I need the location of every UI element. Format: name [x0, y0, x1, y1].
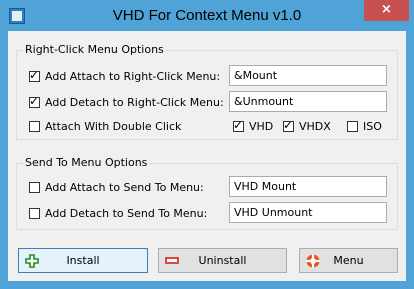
- vhdx-checkbox-box[interactable]: [283, 118, 294, 132]
- vhdx-checkbox[interactable]: VHDX: [283, 118, 331, 133]
- vhd-checkbox-box[interactable]: [233, 118, 244, 132]
- close-icon: ×: [381, 2, 392, 17]
- menu-label: Menu: [333, 254, 364, 267]
- menu-button[interactable]: Menu: [299, 248, 398, 273]
- double-click-label: Attach With Double Click: [45, 120, 182, 133]
- install-label: Install: [66, 254, 100, 267]
- rc-attach-checkbox-box[interactable]: [29, 68, 40, 82]
- uninstall-button[interactable]: Uninstall: [158, 248, 287, 273]
- app-window: VHD For Context Menu v1.0 × Right-Click …: [0, 0, 414, 289]
- rc-attach-input[interactable]: &Mount: [229, 65, 387, 86]
- rc-detach-input[interactable]: &Unmount: [229, 91, 387, 112]
- right-click-group-label: Right-Click Menu Options: [23, 43, 166, 56]
- vhd-checkbox[interactable]: VHD: [233, 118, 274, 133]
- st-detach-checkbox-box[interactable]: [29, 208, 40, 219]
- iso-checkbox[interactable]: ISO: [347, 120, 382, 133]
- st-detach-checkbox[interactable]: Add Detach to Send To Menu:: [29, 207, 207, 220]
- double-click-checkbox[interactable]: Attach With Double Click: [29, 120, 181, 133]
- double-click-checkbox-box[interactable]: [29, 121, 40, 132]
- st-attach-checkbox-box[interactable]: [29, 182, 40, 193]
- rc-attach-checkbox[interactable]: Add Attach to Right-Click Menu:: [29, 68, 221, 83]
- send-to-group-label: Send To Menu Options: [23, 156, 150, 169]
- uninstall-label: Uninstall: [198, 254, 247, 267]
- vhdx-label: VHDX: [299, 120, 331, 133]
- title-bar[interactable]: VHD For Context Menu v1.0 ×: [0, 0, 414, 30]
- rc-detach-checkbox[interactable]: Add Detach to Right-Click Menu:: [29, 94, 224, 109]
- st-detach-label: Add Detach to Send To Menu:: [45, 207, 208, 220]
- iso-checkbox-box[interactable]: [347, 121, 358, 132]
- vhd-label: VHD: [249, 120, 274, 133]
- st-attach-input[interactable]: VHD Mount: [229, 176, 387, 197]
- iso-label: ISO: [363, 120, 382, 133]
- st-attach-checkbox[interactable]: Add Attach to Send To Menu:: [29, 181, 204, 194]
- rc-detach-label: Add Detach to Right-Click Menu:: [45, 96, 224, 109]
- st-detach-input[interactable]: VHD Unmount: [229, 202, 387, 223]
- close-button[interactable]: ×: [364, 0, 409, 21]
- rc-detach-checkbox-box[interactable]: [29, 94, 40, 108]
- client-area: Right-Click Menu Options Add Attach to R…: [8, 31, 406, 281]
- rc-attach-label: Add Attach to Right-Click Menu:: [45, 70, 221, 83]
- install-button[interactable]: Install: [18, 248, 148, 273]
- st-attach-label: Add Attach to Send To Menu:: [45, 181, 204, 194]
- window-title: VHD For Context Menu v1.0: [112, 7, 302, 24]
